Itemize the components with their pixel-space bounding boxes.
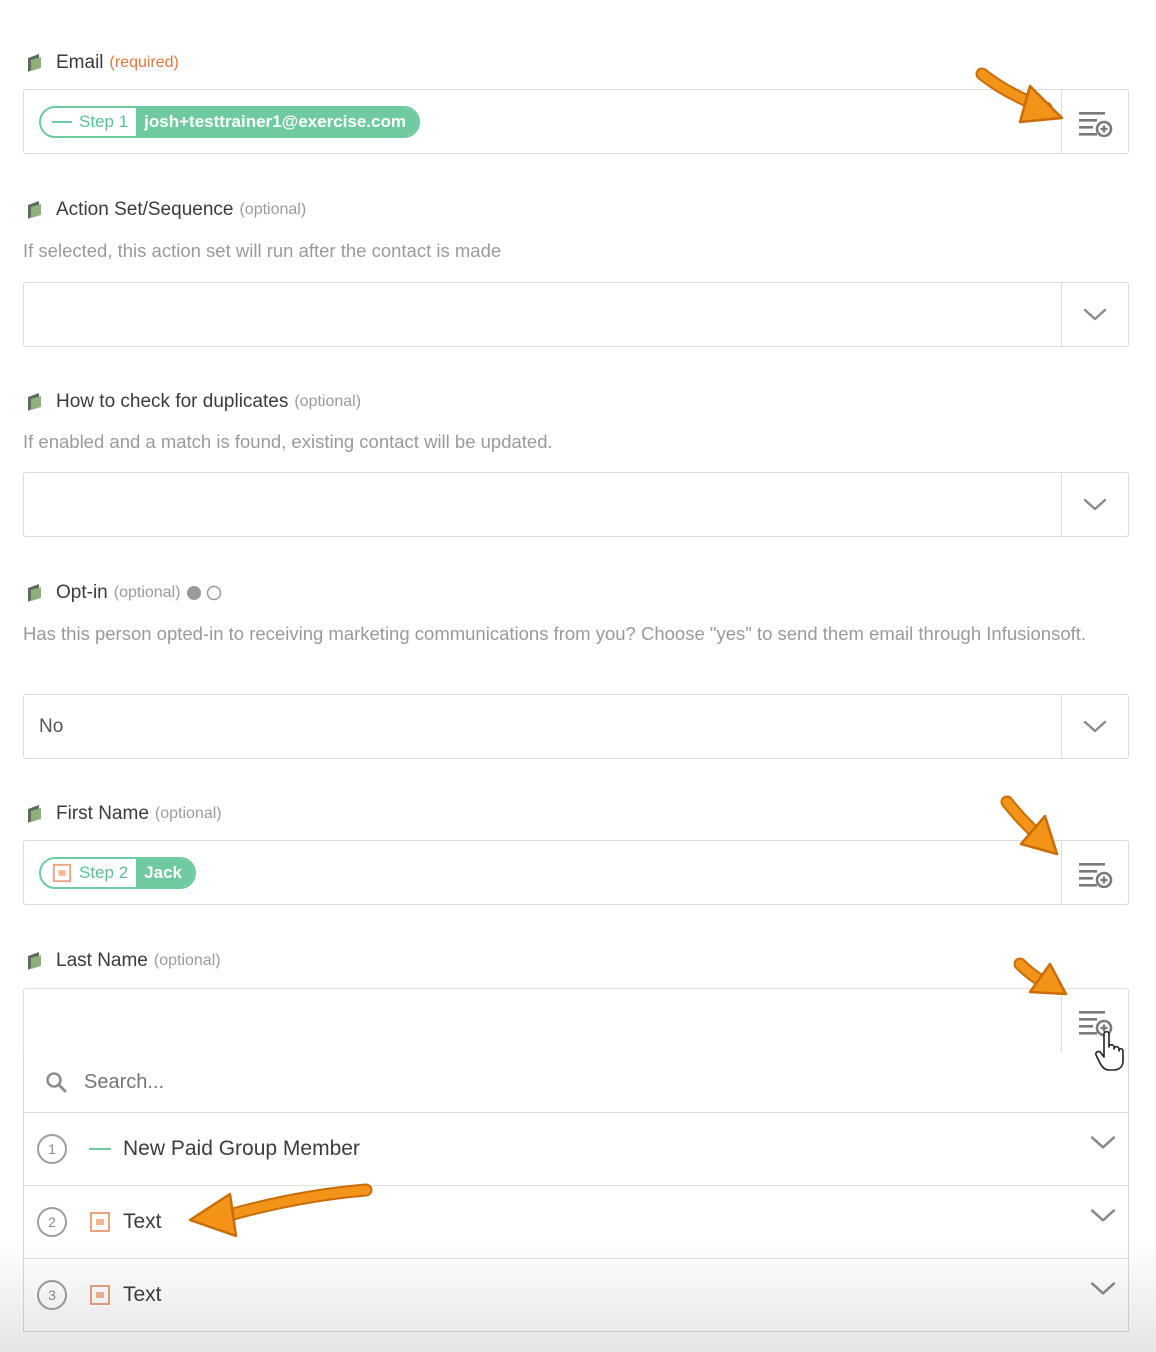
step-value: Jack <box>136 858 194 887</box>
action-set-select[interactable] <box>23 282 1129 347</box>
email-label-row: Email (required) <box>24 52 179 74</box>
optional-note: (optional) <box>153 952 221 969</box>
step-app-icon <box>51 866 73 880</box>
duplicates-select[interactable] <box>23 472 1129 537</box>
optional-note: (optional) <box>239 201 307 218</box>
insert-data-icon <box>1077 858 1113 888</box>
duplicates-label-row: How to check for duplicates (optional) <box>24 391 361 413</box>
chevron-down-icon[interactable] <box>1090 1281 1116 1297</box>
field-label: First Name <box>56 803 149 824</box>
step-option-label: New Paid Group Member <box>123 1137 360 1160</box>
dropdown-toggle[interactable] <box>1061 283 1128 346</box>
field-label: How to check for duplicates <box>56 391 289 412</box>
step-pill[interactable]: Step 1 josh+testtrainer1@exercise.com <box>39 105 420 138</box>
insert-data-icon <box>1077 107 1113 137</box>
orange-app-icon <box>89 1284 111 1306</box>
field-label: Action Set/Sequence <box>56 199 234 220</box>
dash-app-icon <box>89 1138 111 1160</box>
first-name-label-row: First Name (optional) <box>24 803 222 825</box>
first-name-field[interactable]: Step 2 Jack <box>23 840 1129 905</box>
dropdown-toggle[interactable] <box>1061 473 1128 536</box>
hand-cursor-icon <box>1095 1030 1124 1071</box>
field-label: Email <box>56 52 104 73</box>
orange-app-icon <box>89 1211 111 1233</box>
search-input[interactable] <box>82 1069 986 1095</box>
required-note: (required) <box>109 54 179 71</box>
dropdown-toggle[interactable] <box>1061 695 1128 758</box>
step-label: Step 1 <box>79 111 129 131</box>
annotation-arrow-icon <box>188 1183 373 1238</box>
infusionsoft-flag-icon <box>24 199 46 221</box>
field-label: Last Name <box>56 950 148 971</box>
infusionsoft-flag-icon <box>24 582 46 604</box>
optin-label-row: Opt-in (optional) <box>24 582 226 604</box>
field-label: Opt-in <box>56 582 108 603</box>
chevron-down-icon <box>1083 308 1107 322</box>
action-set-label-row: Action Set/Sequence (optional) <box>24 199 306 221</box>
chevron-down-icon[interactable] <box>1090 1208 1116 1224</box>
infusionsoft-flag-icon <box>24 803 46 825</box>
infusionsoft-flag-icon <box>24 950 46 972</box>
chevron-down-icon <box>1083 498 1107 512</box>
step-pill[interactable]: Step 2 Jack <box>39 856 196 889</box>
step-number-badge: 1 <box>37 1134 67 1164</box>
annotation-arrow-icon <box>1013 957 1068 996</box>
field-help: If selected, this action set will run af… <box>23 240 502 261</box>
optional-note: (optional) <box>154 805 222 822</box>
chevron-down-icon[interactable] <box>1090 1135 1116 1151</box>
optional-note: (optional) <box>294 393 362 410</box>
last-name-field[interactable] <box>23 988 1129 1053</box>
select-value: No <box>39 715 64 737</box>
optin-select[interactable]: No <box>23 694 1129 759</box>
step-app-icon <box>51 115 73 129</box>
optional-note: (optional) <box>113 584 181 601</box>
chevron-down-icon <box>1083 720 1107 734</box>
infusionsoft-flag-icon <box>24 391 46 413</box>
step-number-badge: 3 <box>37 1280 67 1310</box>
step-option-label: Text <box>123 1210 162 1233</box>
email-field[interactable]: Step 1 josh+testtrainer1@exercise.com <box>23 89 1129 154</box>
infusionsoft-flag-icon <box>24 52 46 74</box>
search-row <box>24 1052 1128 1113</box>
insert-data-button[interactable] <box>1061 841 1128 904</box>
step-option[interactable]: 3 Text <box>24 1259 1128 1331</box>
annotation-arrow-icon <box>975 67 1064 124</box>
field-help: Has this person opted-in to receiving ma… <box>23 623 1087 644</box>
step-option-label: Text <box>123 1283 162 1306</box>
annotation-arrow-icon <box>1000 795 1059 856</box>
step-number-badge: 2 <box>37 1207 67 1237</box>
last-name-label-row: Last Name (optional) <box>24 950 221 972</box>
field-help: If enabled and a match is found, existin… <box>23 431 553 452</box>
insert-data-button[interactable] <box>1061 90 1128 153</box>
step-label: Step 2 <box>79 862 129 882</box>
boolean-toggle-icon <box>187 585 222 601</box>
search-icon <box>46 1072 67 1093</box>
step-value: josh+testtrainer1@exercise.com <box>136 107 418 136</box>
